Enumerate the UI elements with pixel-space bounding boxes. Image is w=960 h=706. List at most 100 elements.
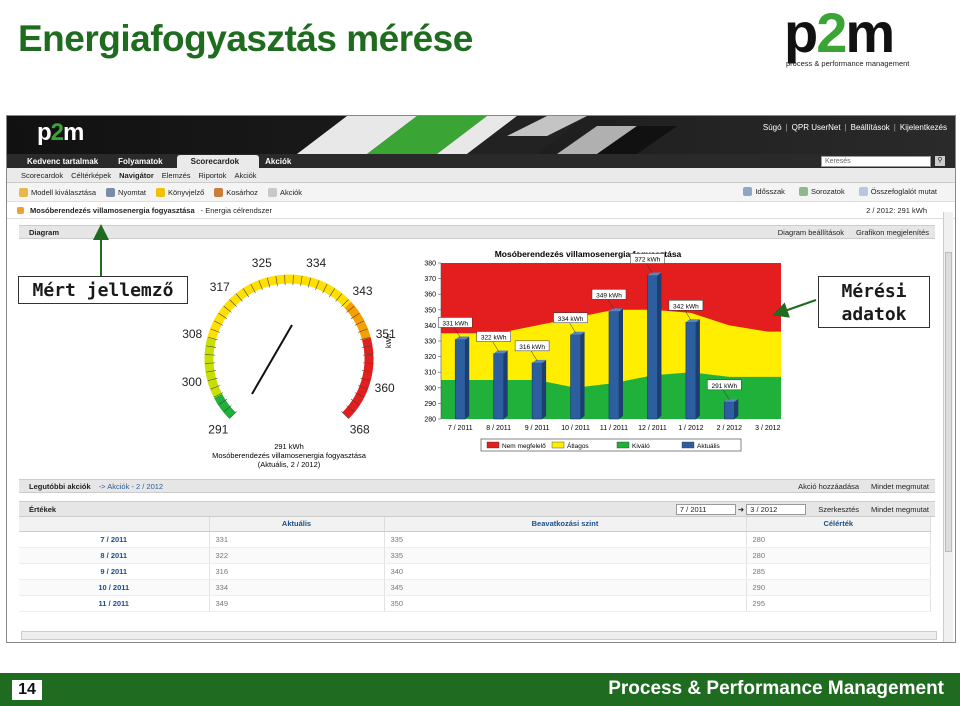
subtab-scorecards[interactable]: Scorecardok (21, 171, 63, 180)
range-arrow-icon: ➜ (737, 504, 745, 514)
series-button[interactable]: Sorozatok (798, 187, 845, 196)
banner-links: Súgó | QPR UserNet | Beállítások | Kijelent… (762, 123, 947, 132)
period-button[interactable]: Idősszak (743, 187, 785, 196)
bar-side (619, 308, 623, 419)
show-all-actions-button[interactable]: Mindet megmutat (871, 482, 929, 491)
toolbar-right: Idősszak Sorozatok Összefoglalót mutat (743, 187, 937, 196)
search-icon[interactable]: ⚲ (935, 156, 945, 166)
row-period[interactable]: 7 / 2011 (19, 531, 210, 548)
bar-side (542, 359, 547, 419)
table-row[interactable]: 9 / 2011 316 340 285 (19, 563, 931, 580)
search-input[interactable]: Keresés (821, 156, 931, 167)
legend-swatch (616, 441, 630, 449)
gauge-tick-label: 343 (353, 284, 373, 298)
chart-display-button[interactable]: Grafikon megjelenítés (856, 228, 929, 237)
bar (570, 334, 581, 420)
data-label: 349 kWh (596, 292, 622, 299)
diagram-section-header: Diagram Diagram beállítások Grafikon meg… (19, 225, 935, 239)
row-value: 280 (746, 531, 931, 548)
row-value: 280 (746, 547, 931, 564)
logout-link[interactable]: Kijelentkezés (900, 123, 947, 132)
diagram-settings-button[interactable]: Diagram beállítások (778, 228, 844, 237)
row-period[interactable]: 9 / 2011 (19, 563, 210, 580)
calendar-icon (743, 187, 753, 196)
period-value: 2 / 2012: 291 kWh (866, 205, 927, 215)
footer-bar: 14 Process & Performance Management (0, 673, 960, 706)
table-row[interactable]: 11 / 2011 349 350 295 (19, 595, 931, 612)
add-to-basket-button[interactable]: Kosárhoz (214, 187, 258, 197)
x-tick-label: 9 / 2011 (525, 425, 550, 432)
show-all-values-button[interactable]: Mindet megmutat (871, 505, 929, 514)
scrollbar-thumb[interactable] (945, 252, 952, 552)
bar (724, 401, 735, 420)
bar (608, 311, 620, 420)
add-action-button[interactable]: Akció hozzáadása (798, 482, 859, 491)
vertical-scrollbar[interactable] (943, 212, 953, 642)
data-label: 322 kWh (481, 334, 507, 341)
bar (685, 321, 697, 420)
row-value: 335 (384, 547, 747, 564)
row-period[interactable]: 11 / 2011 (19, 595, 210, 612)
tab-actions[interactable]: Akciók (259, 155, 305, 168)
row-period[interactable]: 8 / 2011 (19, 547, 210, 564)
document-icon (267, 187, 277, 197)
recent-actions-link[interactable]: -> Akciók - 2 / 2012 (99, 482, 163, 491)
gauge-zone-red (342, 337, 374, 419)
legend-swatch (486, 441, 500, 449)
app-banner: p2m Súgó | QPR UserNet | Beállítások | Kije… (7, 116, 955, 154)
range-to-select[interactable]: 3 / 2012 (746, 503, 807, 515)
summary-button[interactable]: Összefoglalót mutat (858, 187, 937, 196)
x-tick-label: 7 / 2011 (448, 425, 473, 432)
subtab-analysis[interactable]: Elemzés (162, 171, 191, 180)
tab-scorecards[interactable]: Scorecardok (176, 155, 260, 168)
y-tick-label: 280 (424, 417, 436, 424)
tab-processes[interactable]: Folyamatok (112, 155, 176, 168)
slide-number: 14 (12, 680, 42, 700)
values-title: Értékek (29, 504, 57, 514)
bar (531, 362, 543, 420)
legend-label: Aktuális (697, 443, 721, 450)
tab-favorites[interactable]: Kedvenc tartalmak (21, 155, 112, 168)
edit-button[interactable]: Szerkesztés (818, 505, 859, 514)
gauge-zone-lime (204, 337, 223, 398)
actions-button[interactable]: Akciók (267, 187, 302, 197)
help-link[interactable]: Súgó (763, 123, 782, 132)
toolbar: Modell kiválasztása Nyomtat Könyvjelző K… (7, 183, 955, 202)
table-header: Célérték (746, 517, 931, 532)
breadcrumb-measure[interactable]: Mosóberendezés villamosenergia fogyasztá… (30, 206, 195, 215)
bookmark-button[interactable]: Könyvjelző (155, 187, 204, 197)
x-tick-label: 10 / 2011 (561, 425, 590, 432)
row-value: 345 (384, 579, 747, 596)
footer-text: Process & Performance Management (608, 678, 944, 699)
bar (493, 353, 504, 420)
row-period[interactable]: 10 / 2011 (19, 579, 210, 596)
usernet-link[interactable]: QPR UserNet (792, 123, 841, 132)
subtab-actions[interactable]: Akciók (234, 171, 256, 180)
table-row[interactable]: 7 / 2011 331 335 280 (19, 531, 931, 548)
row-value: 285 (746, 563, 931, 580)
gauge-zone-orange (344, 301, 371, 341)
table-icon (858, 187, 868, 196)
gauge-tick-label: 308 (182, 327, 202, 341)
values-table: Aktuális Beavatkozási szint Célérték 7 /… (19, 517, 931, 612)
select-model-button[interactable]: Modell kiválasztása (19, 187, 96, 197)
chart-legend: Nem megfelelő Átlagos Kiváló Aktuális (480, 438, 742, 452)
data-label: 334 kWh (558, 316, 584, 323)
subtab-reports[interactable]: Riportok (199, 171, 227, 180)
data-label: 331 kWh (442, 320, 468, 327)
data-label: 291 kWh (712, 383, 738, 390)
subtab-strategy-maps[interactable]: Céltérképek (71, 171, 111, 180)
table-row[interactable]: 10 / 2011 334 345 290 (19, 579, 931, 596)
main-nav: Kedvenc tartalmak Folyamatok Scorecardok… (7, 154, 955, 168)
row-value: 322 (209, 547, 385, 564)
settings-link[interactable]: Beállítások (851, 123, 890, 132)
horizontal-scrollbar[interactable] (21, 631, 937, 640)
print-button[interactable]: Nyomtat (106, 187, 146, 197)
subtab-navigator[interactable]: Navigátor (119, 171, 154, 180)
table-row[interactable]: 8 / 2011 322 335 280 (19, 547, 931, 564)
gauge-caption-title: Mosóberendezés villamosenergia fogyasztá… (212, 451, 367, 460)
bar (454, 339, 466, 420)
breadcrumb-system[interactable]: - Energia célrendszer (201, 206, 272, 215)
breadcrumb: Mosóberendezés villamosenergia fogyasztá… (7, 202, 955, 219)
range-from-select[interactable]: 7 / 2011 (675, 503, 736, 515)
